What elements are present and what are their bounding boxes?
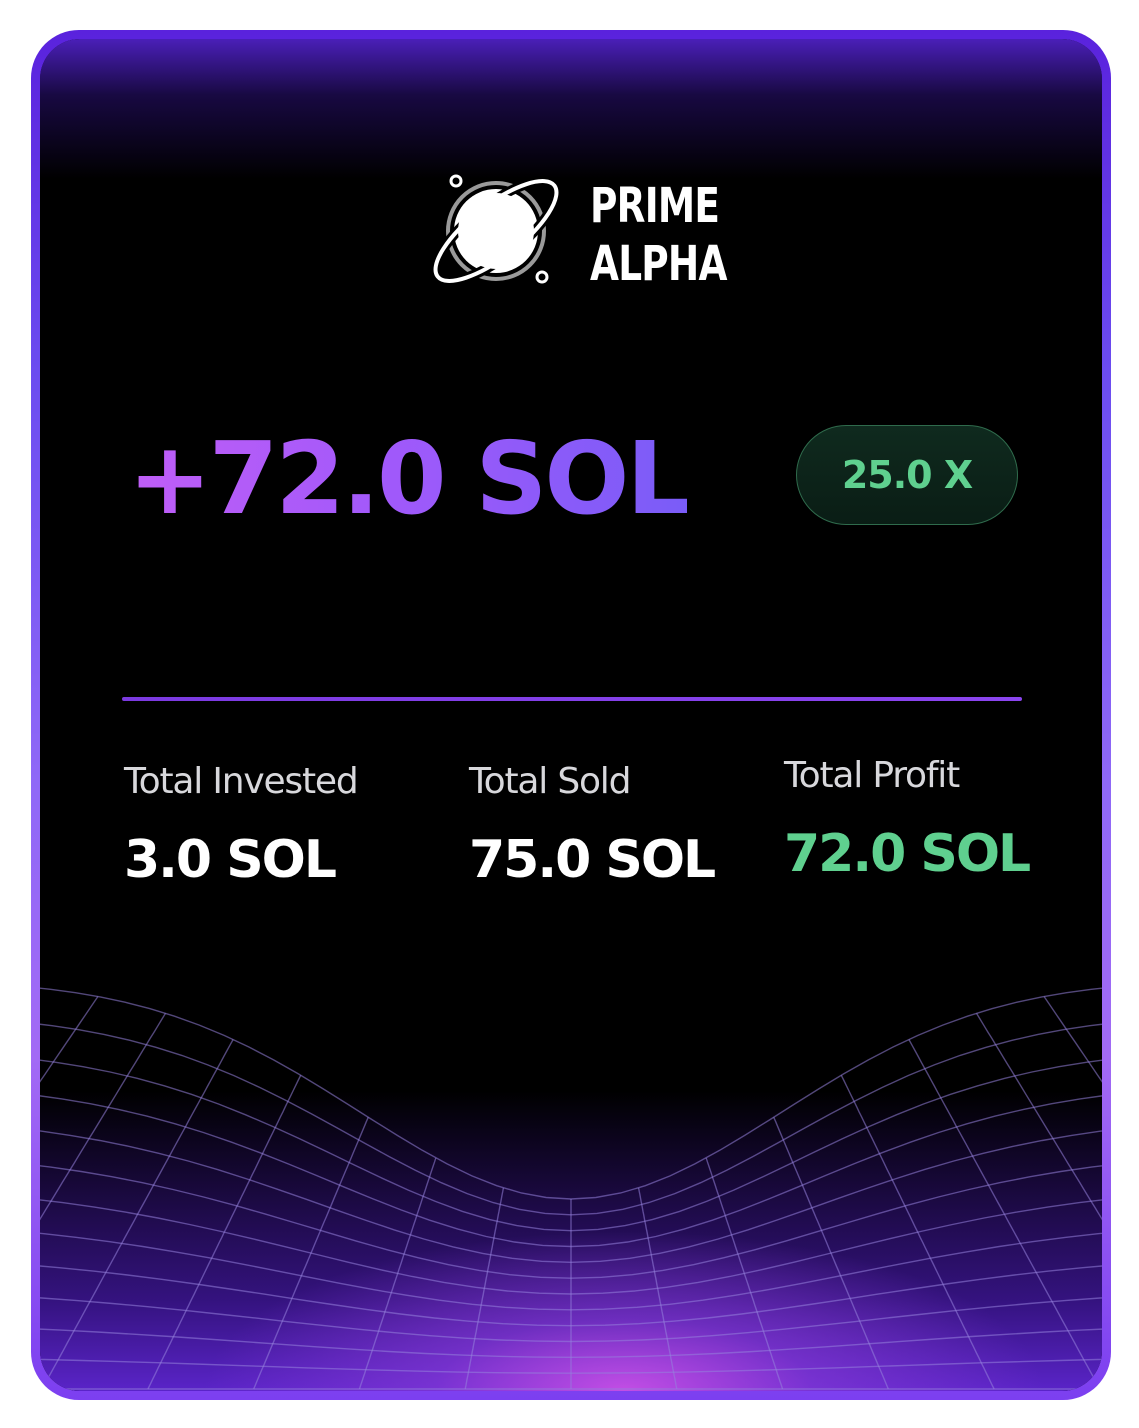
brand-logo: PRIME ALPHA: [426, 169, 746, 292]
stat-label: Total Invested: [124, 761, 359, 802]
top-glow: [40, 39, 1102, 179]
multiplier-value: 25.0 X: [841, 453, 973, 497]
brand-name-line1: PRIME: [590, 178, 720, 234]
grid-line: [908, 1039, 1101, 1390]
stat-label: Total Sold: [469, 761, 631, 802]
stat-total-invested: Total Invested 3.0 SOL: [124, 761, 359, 890]
stat-total-sold: Total Sold 75.0 SOL: [469, 761, 716, 890]
pnl-card: PRIME ALPHA +72.0 SOL 25.0 X Total Inves…: [40, 39, 1102, 1391]
pnl-card-frame: PRIME ALPHA +72.0 SOL 25.0 X Total Inves…: [31, 30, 1111, 1400]
stat-total-profit: Total Profit 72.0 SOL: [784, 755, 1031, 884]
grid-line: [253, 1116, 369, 1390]
stat-label: Total Profit: [784, 755, 960, 796]
grid-line: [773, 1116, 889, 1390]
divider: [122, 697, 1022, 701]
pnl-amount: +72.0 SOL: [128, 420, 690, 537]
wireframe-grid: [40, 987, 1102, 1390]
brand-name: PRIME ALPHA: [590, 177, 727, 293]
stat-value: 72.0 SOL: [784, 824, 1031, 884]
grid-line: [41, 1039, 234, 1390]
grid-line: [705, 1157, 784, 1390]
multiplier-badge: 25.0 X: [796, 425, 1018, 525]
planet-ring-icon: [430, 174, 562, 286]
grid-line: [358, 1157, 437, 1390]
grid-line: [40, 1023, 1102, 1216]
grid-line: [40, 987, 1102, 1200]
brand-name-line2: ALPHA: [590, 236, 727, 292]
stat-value: 75.0 SOL: [469, 830, 716, 890]
stat-value: 3.0 SOL: [124, 830, 337, 890]
